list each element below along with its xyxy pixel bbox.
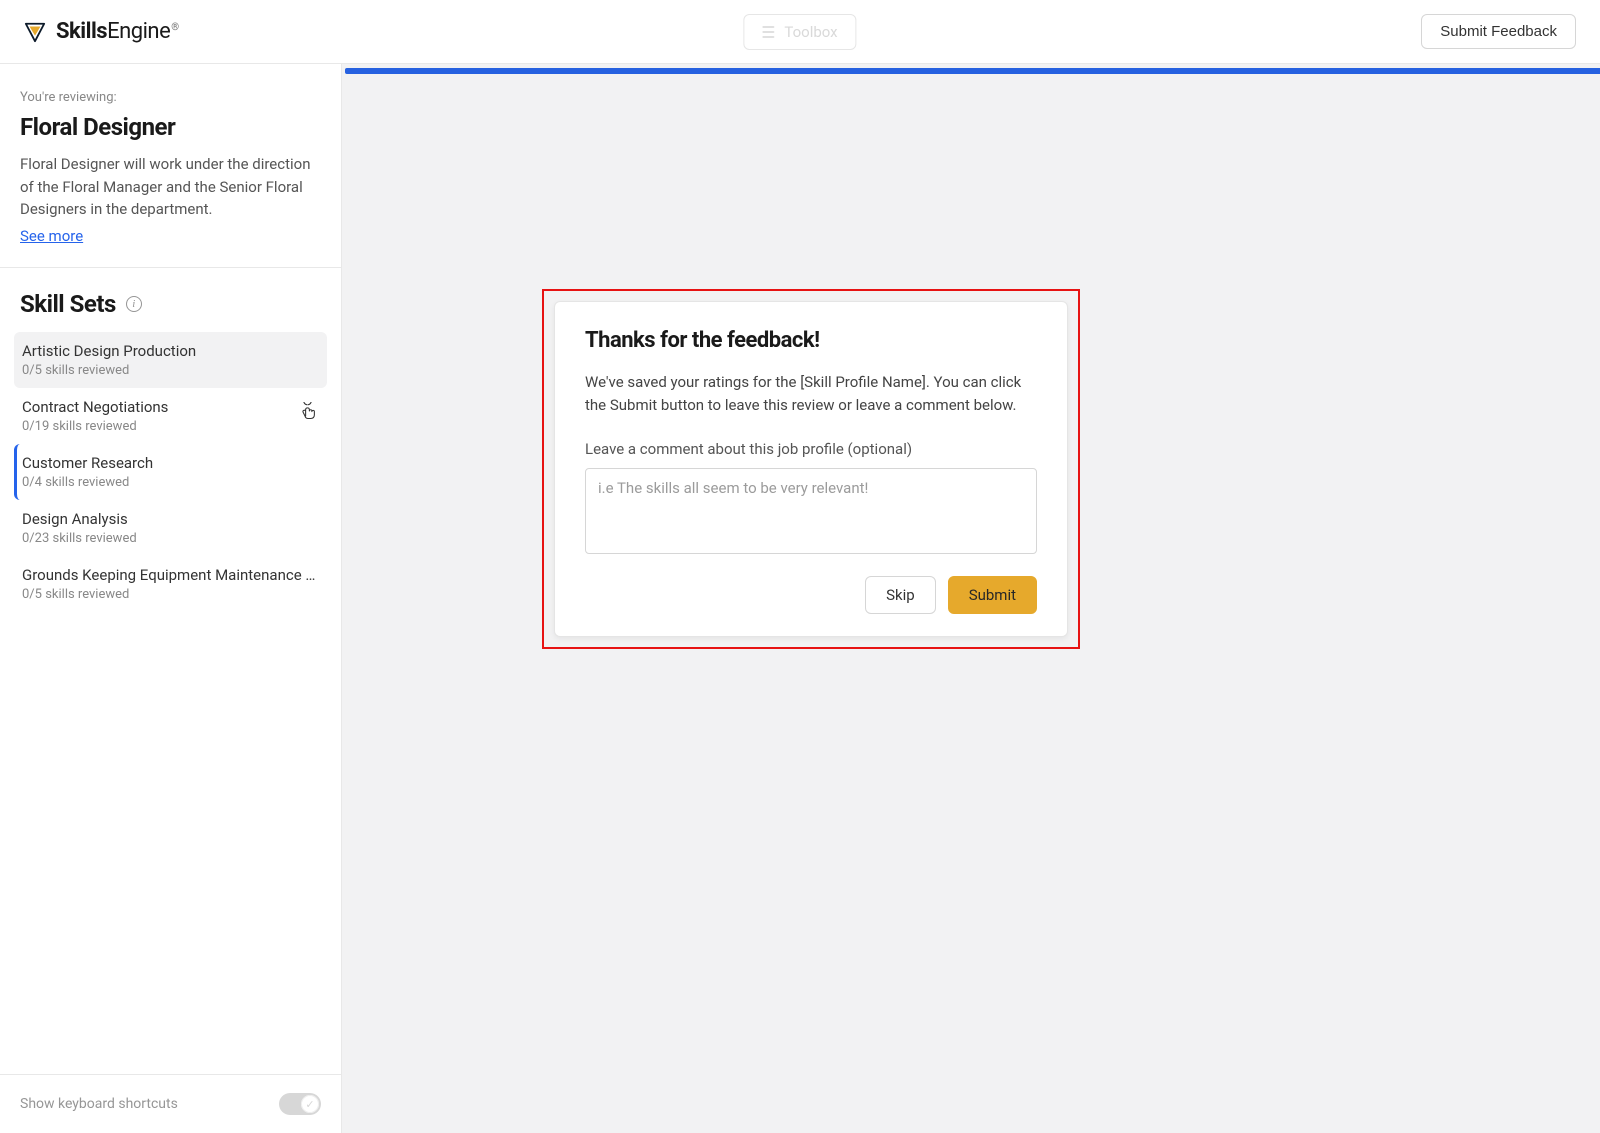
skillset-name: Design Analysis xyxy=(22,510,321,528)
skip-button[interactable]: Skip xyxy=(865,576,936,614)
toolbox-label: Toolbox xyxy=(784,23,837,41)
skillset-progress: 0/19 skills reviewed xyxy=(22,419,321,434)
skillset-progress: 0/5 skills reviewed xyxy=(22,587,321,602)
skillset-progress: 0/23 skills reviewed xyxy=(22,531,321,546)
check-icon: ✓ xyxy=(305,1098,314,1111)
skillset-name: Grounds Keeping Equipment Maintenance an… xyxy=(22,566,321,584)
sidebar: You're reviewing: Floral Designer Floral… xyxy=(0,64,342,1133)
skillset-list: Artistic Design Production 0/5 skills rev… xyxy=(0,332,341,622)
toolbox-button[interactable]: Toolbox xyxy=(743,14,856,50)
comment-label: Leave a comment about this job profile (… xyxy=(585,440,1037,458)
skillsets-header: Skill Sets i xyxy=(0,268,341,332)
sidebar-footer: Show keyboard shortcuts ✓ xyxy=(0,1074,341,1133)
brand-logo[interactable]: SkillsEngine® xyxy=(24,19,179,44)
card-title: Thanks for the feedback! xyxy=(585,328,1037,353)
info-icon[interactable]: i xyxy=(126,296,142,312)
skillset-progress: 0/5 skills reviewed xyxy=(22,363,321,378)
skillset-item[interactable]: Design Analysis 0/23 skills reviewed xyxy=(14,500,327,556)
annotation-highlight: Thanks for the feedback! We've saved you… xyxy=(542,289,1080,649)
skillset-progress: 0/4 skills reviewed xyxy=(22,475,321,490)
profile-title: Floral Designer xyxy=(20,113,321,141)
skillset-item[interactable]: Contract Negotiations 0/19 skills reviewe… xyxy=(14,388,327,444)
card-actions: Skip Submit xyxy=(585,576,1037,614)
topbar-center: Toolbox xyxy=(743,14,856,50)
keyboard-shortcuts-label: Show keyboard shortcuts xyxy=(20,1096,178,1112)
skillsets-title: Skill Sets xyxy=(20,290,116,318)
skillset-name: Customer Research xyxy=(22,454,321,472)
brand-name: SkillsEngine® xyxy=(56,19,179,44)
card-body-text: We've saved your ratings for the [Skill … xyxy=(585,371,1037,416)
skillset-item[interactable]: Grounds Keeping Equipment Maintenance an… xyxy=(14,556,327,612)
skillset-item[interactable]: Artistic Design Production 0/5 skills rev… xyxy=(14,332,327,388)
reviewing-label: You're reviewing: xyxy=(20,90,321,105)
menu-bars-icon xyxy=(762,26,774,38)
skillset-name: Contract Negotiations xyxy=(22,398,321,416)
profile-description: Floral Designer will work under the dire… xyxy=(20,153,321,221)
see-more-link[interactable]: See more xyxy=(20,227,83,245)
keyboard-shortcuts-toggle[interactable]: ✓ xyxy=(279,1093,321,1115)
skillset-name: Artistic Design Production xyxy=(22,342,321,360)
submit-button[interactable]: Submit xyxy=(948,576,1037,614)
main-panel: Thanks for the feedback! We've saved you… xyxy=(342,64,1600,1133)
topbar: SkillsEngine® Toolbox Submit Feedback xyxy=(0,0,1600,64)
feedback-card: Thanks for the feedback! We've saved you… xyxy=(554,301,1068,637)
sidebar-intro: You're reviewing: Floral Designer Floral… xyxy=(0,64,341,268)
skillset-item[interactable]: Customer Research 0/4 skills reviewed xyxy=(14,444,327,500)
comment-input[interactable] xyxy=(585,468,1037,554)
submit-feedback-button[interactable]: Submit Feedback xyxy=(1421,14,1576,49)
brand-mark-icon xyxy=(24,21,46,43)
